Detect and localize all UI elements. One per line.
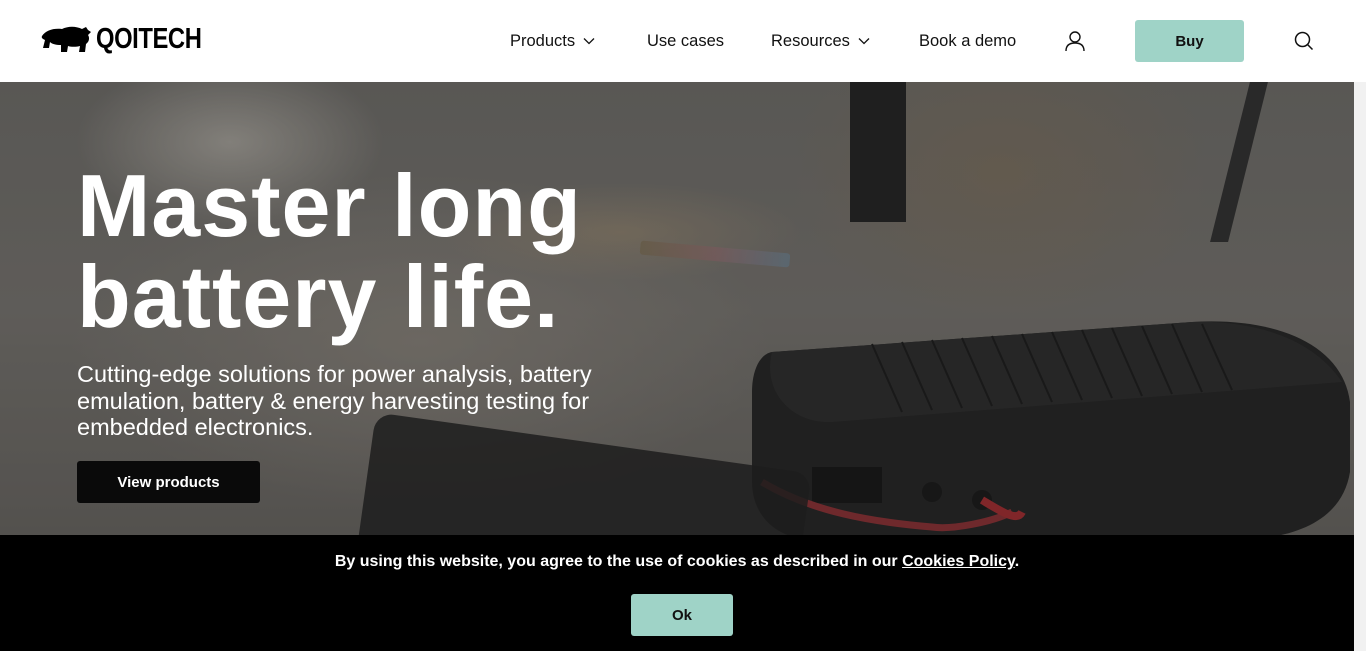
cookie-text-after: . (1014, 553, 1020, 570)
chevron-down-icon (858, 38, 870, 45)
search-button[interactable] (1292, 29, 1316, 53)
hero-title-line-2: battery life. (77, 247, 560, 346)
user-icon (1065, 30, 1085, 51)
bear-icon (41, 26, 91, 52)
chevron-down-icon (583, 38, 595, 45)
cookie-ok-button[interactable]: Ok (631, 594, 733, 636)
nav-resources[interactable]: Resources (771, 30, 870, 52)
search-icon (1294, 31, 1314, 51)
account-button[interactable] (1063, 29, 1087, 53)
nav-use-cases[interactable]: Use cases (647, 30, 724, 52)
nav-resources-label: Resources (771, 31, 850, 50)
cookie-text-before: By using this website, you agree to the … (334, 553, 903, 570)
nav-use-cases-label: Use cases (647, 31, 725, 50)
nav-products-label: Products (510, 31, 576, 50)
cookies-policy-link[interactable]: Cookies Policy (902, 553, 1015, 570)
nav-book-demo-label: Book a demo (919, 31, 1017, 50)
nav-products[interactable]: Products (510, 30, 595, 52)
nav-book-demo[interactable]: Book a demo (919, 30, 1016, 52)
site-header: QOITECH Products Use cases Resources Boo… (0, 0, 1366, 82)
cookie-banner: By using this website, you agree to the … (0, 535, 1354, 651)
hero-title-line-1: Master long (77, 156, 582, 255)
cookie-message: By using this website, you agree to the … (0, 553, 1354, 571)
buy-button[interactable]: Buy (1135, 20, 1244, 62)
hero-subtitle: Cutting-edge solutions for power analysi… (77, 361, 592, 440)
brand-name: QOITECH (96, 22, 202, 55)
hero-title: Master long battery life. (77, 160, 582, 342)
view-products-button[interactable]: View products (77, 461, 260, 503)
page-scrollbar[interactable] (1354, 82, 1366, 651)
logo[interactable]: QOITECH (40, 24, 225, 54)
